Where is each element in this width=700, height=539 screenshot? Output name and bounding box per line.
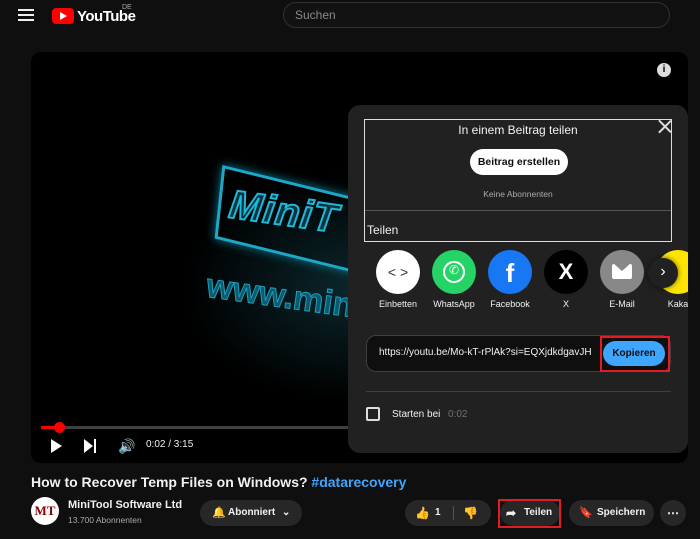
post-share-section: In einem Beitrag teilen Beitrag erstelle… (364, 119, 672, 242)
more-actions-button[interactable]: ⋯ (660, 500, 686, 526)
create-post-button[interactable]: Beitrag erstellen (470, 149, 568, 175)
subscriber-count: 13.700 Abonnenten (68, 515, 142, 525)
share-url-text[interactable]: https://youtu.be/Mo-kT-rPlAk?si=EQXjdkdg… (379, 347, 597, 358)
facebook-icon: f (488, 250, 532, 294)
share-option-facebook[interactable]: f Facebook (480, 250, 540, 309)
video-title: How to Recover Temp Files on Windows? #d… (31, 474, 406, 490)
thumbs-up-icon[interactable]: 👍 (415, 500, 430, 526)
share-option-x[interactable]: X X (536, 250, 596, 309)
progress-fill (41, 426, 54, 429)
embed-icon: < > (376, 250, 420, 294)
start-at-checkbox[interactable] (366, 407, 380, 421)
video-title-text: How to Recover Temp Files on Windows? (31, 474, 308, 490)
share-option-label: X (562, 299, 569, 309)
save-button-label: Speichern (597, 507, 646, 518)
progress-scrubber-handle[interactable] (54, 422, 65, 433)
whatsapp-icon (432, 250, 476, 294)
share-option-label: Einbetten (378, 299, 418, 309)
share-dialog: In einem Beitrag teilen Beitrag erstelle… (348, 105, 688, 453)
thumbs-down-icon[interactable]: 👎 (463, 500, 478, 526)
chevron-down-icon: ⌄ (282, 507, 291, 518)
divider (453, 506, 454, 520)
share-option-label: Facebook (490, 299, 530, 309)
region-code: DE (122, 4, 132, 11)
close-icon[interactable] (657, 118, 673, 134)
divider (365, 210, 671, 211)
volume-icon[interactable]: 🔊 (118, 439, 135, 453)
chevron-right-icon[interactable]: › (648, 258, 678, 288)
search-input[interactable]: Suchen (295, 8, 336, 22)
post-share-title: In einem Beitrag teilen (458, 123, 578, 137)
like-count: 1 (435, 507, 441, 518)
post-share-subtitle: Keine Abonnenten (483, 189, 553, 199)
share-option-whatsapp[interactable]: WhatsApp (424, 250, 484, 309)
share-section-title: Teilen (367, 223, 399, 237)
time-display: 0:02 / 3:15 (146, 439, 194, 450)
start-at-label: Starten bei (392, 409, 441, 420)
hamburger-menu-icon[interactable] (18, 9, 34, 21)
save-button[interactable]: 🔖 Speichern (569, 500, 654, 526)
share-option-label: E-Mail (609, 299, 635, 309)
share-option-embed[interactable]: < > Einbetten (368, 250, 428, 309)
share-option-label: WhatsApp (433, 299, 475, 309)
top-bar: YouTube DE Suchen (0, 0, 700, 32)
info-icon[interactable]: i (657, 63, 671, 77)
play-icon[interactable] (51, 439, 62, 453)
like-dislike-group: 👍 1 👎 (405, 500, 491, 526)
channel-name[interactable]: MiniTool Software Ltd (68, 499, 182, 511)
share-options-row: < > Einbetten WhatsApp f Facebook X X E-… (368, 250, 688, 320)
share-button-highlight (498, 499, 561, 528)
youtube-play-icon (52, 8, 74, 24)
bookmark-icon: 🔖 (579, 507, 593, 519)
subscribed-button[interactable]: 🔔 Abonniert ⌄ (200, 500, 302, 526)
start-at-time: 0:02 (448, 409, 468, 420)
copy-button-highlight (600, 336, 670, 372)
x-icon: X (544, 250, 588, 294)
search-box[interactable]: Suchen (283, 2, 670, 28)
hashtag-link[interactable]: #datarecovery (311, 474, 406, 490)
share-option-email[interactable]: E-Mail (592, 250, 652, 309)
channel-avatar[interactable]: MT (31, 497, 59, 525)
share-option-label: Kaka (667, 299, 688, 309)
subscribed-label: Abonniert (228, 507, 276, 518)
divider (366, 391, 671, 392)
bell-icon: 🔔 (212, 507, 226, 519)
next-video-icon[interactable] (84, 439, 98, 453)
email-icon (600, 250, 644, 294)
